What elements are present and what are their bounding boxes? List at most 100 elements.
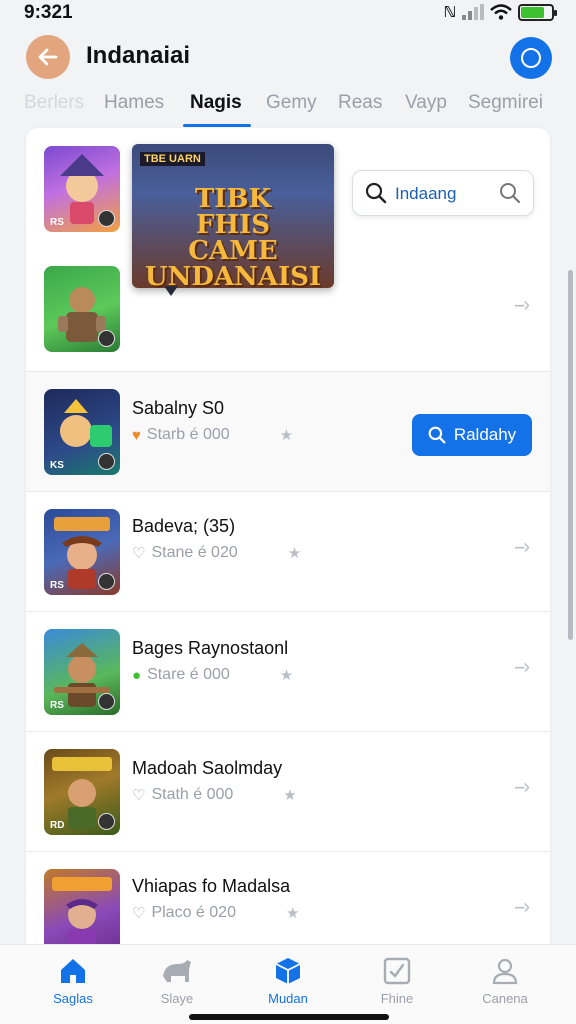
nav-label: Canena <box>482 991 528 1006</box>
nav-item-fhine[interactable]: Fhine <box>347 955 447 1006</box>
game-thumbnail: RS <box>44 509 120 595</box>
nav-item-canena[interactable]: Canena <box>455 955 555 1006</box>
thumbnail-tag: RS <box>50 217 64 228</box>
status-bar: 9:321 ℕ <box>0 0 576 26</box>
profile-button[interactable] <box>510 37 552 79</box>
nav-label: Mudan <box>268 991 308 1006</box>
tab-reas[interactable]: Reas <box>338 92 382 114</box>
chevron-right-icon[interactable]: --› <box>514 656 530 679</box>
thumbnail-tag: RS <box>50 580 64 591</box>
home-indicator[interactable] <box>189 1014 389 1020</box>
game-thumbnail[interactable]: RS <box>44 146 120 232</box>
banner-title: TIBK FHIS CAME UNDANAISI <box>144 184 322 288</box>
star-icon: ★ <box>287 545 302 562</box>
badge-icon <box>98 210 115 227</box>
action-label: Raldahy <box>453 425 517 444</box>
shield-icon: ♡ <box>132 905 146 922</box>
star-icon: ★ <box>279 667 294 684</box>
tab-segmirei[interactable]: Segmirei <box>468 92 543 114</box>
tab-hames[interactable]: Hames <box>104 92 164 114</box>
list-item[interactable]: RS Bages Raynostaonl ● Stare é 000 ★ --› <box>26 612 550 732</box>
page-title: Indanaiai <box>86 42 191 69</box>
tab-berlers[interactable]: Berlers <box>24 92 84 114</box>
scrollbar[interactable] <box>568 270 573 640</box>
game-meta: ♡ Placo é 020 ★ <box>132 904 299 922</box>
list-item[interactable]: RD Madoah Saolmday ♡ Stath é 000 ★ --› <box>26 732 550 852</box>
status-icons: ℕ <box>443 3 557 21</box>
search-input[interactable]: Indaang <box>352 170 534 216</box>
tab-nagis[interactable]: Nagis <box>190 92 242 114</box>
game-meta-text: Stath é 000 <box>151 786 234 803</box>
game-name: Sabalny S0 <box>132 398 225 418</box>
badge-icon <box>98 330 115 347</box>
game-thumbnail: KS <box>44 389 120 475</box>
chevron-right-icon[interactable]: --› <box>514 294 530 317</box>
checkbox-icon <box>347 955 447 987</box>
search-icon <box>365 182 387 204</box>
game-meta: ♡ Stane é 020 ★ <box>132 544 301 562</box>
animal-icon <box>127 955 227 987</box>
badge-icon <box>98 813 115 830</box>
shield-icon: ♡ <box>132 545 146 562</box>
game-name: Vhiapas fo Madalsa <box>132 876 291 896</box>
badge-icon <box>98 693 115 710</box>
arrow-left-icon <box>38 48 58 66</box>
battery-icon <box>518 3 557 21</box>
featured-banner[interactable]: TBE UARN TIBK FHIS CAME UNDANAISI <box>132 144 334 288</box>
cube-icon <box>238 955 338 987</box>
search-icon[interactable] <box>499 182 521 204</box>
game-meta-text: Placo é 020 <box>151 904 236 921</box>
list-item[interactable]: KS Sabalny S0 ♥ Starb é 000 ★ Raldahy <box>26 372 550 492</box>
home-icon <box>23 955 123 987</box>
category-tabs: Berlers Hames Nagis Gemy Reas Vayp Segmi… <box>0 86 576 130</box>
nav-label: Fhine <box>380 991 414 1006</box>
star-icon: ★ <box>279 427 294 444</box>
game-thumbnail[interactable] <box>44 266 120 352</box>
game-name: Badeva; (35) <box>132 516 236 536</box>
nav-label: Slaye <box>160 991 194 1006</box>
game-meta-text: Stane é 020 <box>151 544 238 561</box>
game-meta: ● Stare é 000 ★ <box>132 666 293 684</box>
carrier-label: ℕ <box>443 4 456 21</box>
circle-icon <box>521 48 541 68</box>
game-meta-text: Starb é 000 <box>146 426 230 443</box>
heart-icon: ♡ <box>132 787 146 804</box>
list-item[interactable]: BD Vhiapas fo Madalsa ♡ Placo é 020 ★ --… <box>26 852 550 958</box>
bottom-nav: Saglas Slaye Mudan Fhine Canena <box>0 944 576 1024</box>
chevron-right-icon[interactable]: --› <box>514 896 530 919</box>
chevron-right-icon[interactable]: --› <box>514 536 530 559</box>
battery-level <box>521 6 544 18</box>
status-time: 9:321 <box>24 2 73 23</box>
active-tab-indicator <box>183 124 251 127</box>
banner-pointer <box>164 286 178 296</box>
header: Indanaiai <box>0 30 576 90</box>
nav-item-slaye[interactable]: Slaye <box>127 955 227 1006</box>
featured-row: RS TBE UARN TIBK FHIS CAME UNDANAISI Ind… <box>26 128 550 372</box>
search-icon <box>428 426 446 444</box>
game-meta: ♥ Starb é 000 ★ <box>132 426 293 444</box>
thumbnail-tag: RS <box>50 700 64 711</box>
star-icon: ★ <box>285 905 300 922</box>
search-query: Indaang <box>395 184 457 203</box>
thumbnail-tag: KS <box>50 460 64 471</box>
badge-icon <box>98 453 115 470</box>
game-name: Bages Raynostaonl <box>132 638 289 658</box>
wifi-icon <box>490 4 512 20</box>
game-list-card: RS TBE UARN TIBK FHIS CAME UNDANAISI Ind… <box>26 128 550 958</box>
nav-label: Saglas <box>53 991 93 1006</box>
game-meta-text: Stare é 000 <box>147 666 230 683</box>
tab-vayp[interactable]: Vayp <box>405 92 447 114</box>
back-button[interactable] <box>26 35 70 79</box>
game-name: Madoah Saolmday <box>132 758 283 778</box>
heart-icon: ♥ <box>132 426 141 444</box>
nav-item-saglas[interactable]: Saglas <box>23 955 123 1006</box>
chevron-right-icon[interactable]: --› <box>514 776 530 799</box>
game-action-button[interactable]: Raldahy <box>412 414 532 456</box>
nav-item-mudan[interactable]: Mudan <box>238 955 338 1006</box>
list-item[interactable]: RS Badeva; (35) ♡ Stane é 020 ★ --› <box>26 492 550 612</box>
star-icon: ★ <box>283 787 297 804</box>
shield-icon: ● <box>132 666 142 684</box>
tab-gemy[interactable]: Gemy <box>266 92 317 114</box>
thumbnail-tag: RD <box>50 820 65 831</box>
badge-icon <box>98 573 115 590</box>
